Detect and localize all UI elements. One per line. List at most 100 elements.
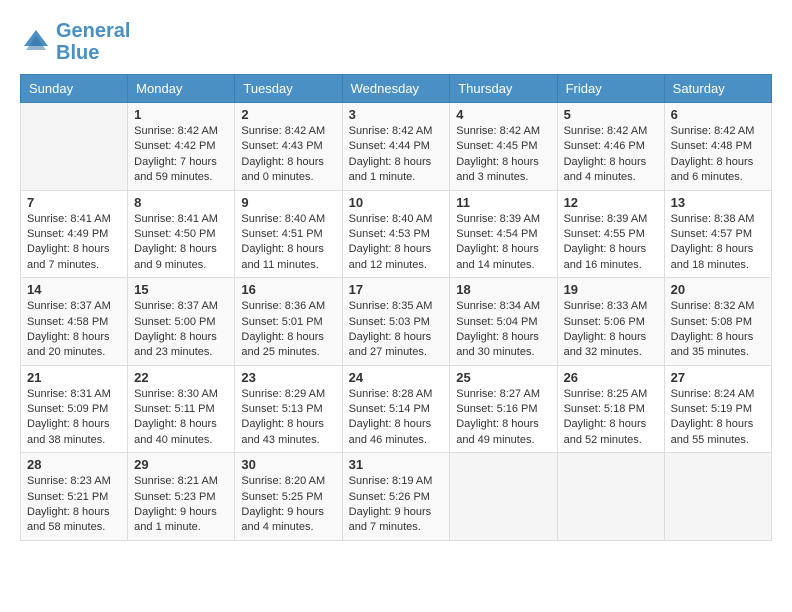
day-info: Sunrise: 8:41 AM Sunset: 4:49 PM Dayligh… (27, 212, 121, 274)
day-info: Sunrise: 8:41 AM Sunset: 4:50 PM Dayligh… (134, 212, 228, 274)
day-number: 28 (27, 457, 121, 472)
day-number: 19 (564, 282, 658, 297)
day-number: 22 (134, 370, 228, 385)
day-number: 9 (241, 195, 335, 210)
day-number: 30 (241, 457, 335, 472)
day-number: 27 (671, 370, 765, 385)
day-info: Sunrise: 8:39 AM Sunset: 4:54 PM Dayligh… (456, 212, 550, 274)
day-cell: 5 Sunrise: 8:42 AM Sunset: 4:46 PM Daylig… (557, 103, 664, 191)
day-info: Sunrise: 8:19 AM Sunset: 5:26 PM Dayligh… (349, 474, 444, 536)
day-info: Sunrise: 8:35 AM Sunset: 5:03 PM Dayligh… (349, 299, 444, 361)
day-number: 25 (456, 370, 550, 385)
logo-text: General Blue (56, 20, 130, 64)
day-number: 29 (134, 457, 228, 472)
day-number: 4 (456, 107, 550, 122)
day-info: Sunrise: 8:33 AM Sunset: 5:06 PM Dayligh… (564, 299, 658, 361)
day-info: Sunrise: 8:30 AM Sunset: 5:11 PM Dayligh… (134, 387, 228, 449)
day-info: Sunrise: 8:40 AM Sunset: 4:53 PM Dayligh… (349, 212, 444, 274)
day-number: 24 (349, 370, 444, 385)
week-row-2: 7 Sunrise: 8:41 AM Sunset: 4:49 PM Daylig… (21, 190, 772, 278)
day-info: Sunrise: 8:42 AM Sunset: 4:44 PM Dayligh… (349, 124, 444, 186)
day-cell: 3 Sunrise: 8:42 AM Sunset: 4:44 PM Daylig… (342, 103, 450, 191)
col-header-thursday: Thursday (450, 75, 557, 103)
day-cell: 9 Sunrise: 8:40 AM Sunset: 4:51 PM Daylig… (235, 190, 342, 278)
col-header-wednesday: Wednesday (342, 75, 450, 103)
day-info: Sunrise: 8:39 AM Sunset: 4:55 PM Dayligh… (564, 212, 658, 274)
day-cell: 6 Sunrise: 8:42 AM Sunset: 4:48 PM Daylig… (664, 103, 771, 191)
day-cell: 10 Sunrise: 8:40 AM Sunset: 4:53 PM Dayli… (342, 190, 450, 278)
day-cell: 7 Sunrise: 8:41 AM Sunset: 4:49 PM Daylig… (21, 190, 128, 278)
day-cell: 24Sunrise: 8:28 AM Sunset: 5:14 PM Dayli… (342, 365, 450, 453)
day-number: 20 (671, 282, 765, 297)
day-number: 2 (241, 107, 335, 122)
col-header-sunday: Sunday (21, 75, 128, 103)
day-info: Sunrise: 8:24 AM Sunset: 5:19 PM Dayligh… (671, 387, 765, 449)
day-cell: 27 Sunrise: 8:24 AM Sunset: 5:19 PM Dayli… (664, 365, 771, 453)
day-cell: 25 Sunrise: 8:27 AM Sunset: 5:16 PM Dayli… (450, 365, 557, 453)
day-info: Sunrise: 8:42 AM Sunset: 4:46 PM Dayligh… (564, 124, 658, 186)
day-cell: 28Sunrise: 8:23 AM Sunset: 5:21 PM Dayli… (21, 453, 128, 541)
day-number: 23 (241, 370, 335, 385)
day-info: Sunrise: 8:21 AM Sunset: 5:23 PM Dayligh… (134, 474, 228, 536)
day-cell (557, 453, 664, 541)
week-row-4: 21Sunrise: 8:31 AM Sunset: 5:09 PM Dayli… (21, 365, 772, 453)
day-number: 10 (349, 195, 444, 210)
day-info: Sunrise: 8:38 AM Sunset: 4:57 PM Dayligh… (671, 212, 765, 274)
logo-icon (20, 26, 52, 58)
day-number: 1 (134, 107, 228, 122)
day-cell: 12Sunrise: 8:39 AM Sunset: 4:55 PM Dayli… (557, 190, 664, 278)
col-header-friday: Friday (557, 75, 664, 103)
day-number: 11 (456, 195, 550, 210)
day-number: 17 (349, 282, 444, 297)
day-cell (664, 453, 771, 541)
day-number: 8 (134, 195, 228, 210)
day-info: Sunrise: 8:29 AM Sunset: 5:13 PM Dayligh… (241, 387, 335, 449)
day-info: Sunrise: 8:32 AM Sunset: 5:08 PM Dayligh… (671, 299, 765, 361)
logo: General Blue (20, 20, 130, 64)
day-cell: 20 Sunrise: 8:32 AM Sunset: 5:08 PM Dayli… (664, 278, 771, 366)
col-header-tuesday: Tuesday (235, 75, 342, 103)
day-info: Sunrise: 8:42 AM Sunset: 4:43 PM Dayligh… (241, 124, 335, 186)
day-number: 31 (349, 457, 444, 472)
calendar-header-row: SundayMondayTuesdayWednesdayThursdayFrid… (21, 75, 772, 103)
day-number: 13 (671, 195, 765, 210)
day-number: 18 (456, 282, 550, 297)
day-cell: 18 Sunrise: 8:34 AM Sunset: 5:04 PM Dayli… (450, 278, 557, 366)
day-cell: 30Sunrise: 8:20 AM Sunset: 5:25 PM Dayli… (235, 453, 342, 541)
week-row-1: 1 Sunrise: 8:42 AM Sunset: 4:42 PM Daylig… (21, 103, 772, 191)
day-info: Sunrise: 8:42 AM Sunset: 4:42 PM Dayligh… (134, 124, 228, 186)
day-cell: 13 Sunrise: 8:38 AM Sunset: 4:57 PM Dayli… (664, 190, 771, 278)
day-cell: 19 Sunrise: 8:33 AM Sunset: 5:06 PM Dayli… (557, 278, 664, 366)
day-cell: 2 Sunrise: 8:42 AM Sunset: 4:43 PM Daylig… (235, 103, 342, 191)
day-cell: 21Sunrise: 8:31 AM Sunset: 5:09 PM Dayli… (21, 365, 128, 453)
day-number: 7 (27, 195, 121, 210)
day-info: Sunrise: 8:37 AM Sunset: 4:58 PM Dayligh… (27, 299, 121, 361)
day-info: Sunrise: 8:34 AM Sunset: 5:04 PM Dayligh… (456, 299, 550, 361)
day-cell: 29 Sunrise: 8:21 AM Sunset: 5:23 PM Dayli… (128, 453, 235, 541)
col-header-saturday: Saturday (664, 75, 771, 103)
day-cell (450, 453, 557, 541)
day-number: 3 (349, 107, 444, 122)
day-number: 6 (671, 107, 765, 122)
day-cell: 14Sunrise: 8:37 AM Sunset: 4:58 PM Dayli… (21, 278, 128, 366)
week-row-5: 28Sunrise: 8:23 AM Sunset: 5:21 PM Dayli… (21, 453, 772, 541)
day-cell: 8 Sunrise: 8:41 AM Sunset: 4:50 PM Daylig… (128, 190, 235, 278)
day-cell: 22 Sunrise: 8:30 AM Sunset: 5:11 PM Dayli… (128, 365, 235, 453)
day-cell (21, 103, 128, 191)
day-info: Sunrise: 8:25 AM Sunset: 5:18 PM Dayligh… (564, 387, 658, 449)
day-cell: 16Sunrise: 8:36 AM Sunset: 5:01 PM Dayli… (235, 278, 342, 366)
day-info: Sunrise: 8:40 AM Sunset: 4:51 PM Dayligh… (241, 212, 335, 274)
day-cell: 4 Sunrise: 8:42 AM Sunset: 4:45 PM Daylig… (450, 103, 557, 191)
day-info: Sunrise: 8:36 AM Sunset: 5:01 PM Dayligh… (241, 299, 335, 361)
col-header-monday: Monday (128, 75, 235, 103)
day-info: Sunrise: 8:42 AM Sunset: 4:48 PM Dayligh… (671, 124, 765, 186)
day-number: 15 (134, 282, 228, 297)
day-cell: 15Sunrise: 8:37 AM Sunset: 5:00 PM Dayli… (128, 278, 235, 366)
day-number: 5 (564, 107, 658, 122)
day-info: Sunrise: 8:42 AM Sunset: 4:45 PM Dayligh… (456, 124, 550, 186)
day-cell: 17 Sunrise: 8:35 AM Sunset: 5:03 PM Dayli… (342, 278, 450, 366)
day-number: 26 (564, 370, 658, 385)
day-cell: 31 Sunrise: 8:19 AM Sunset: 5:26 PM Dayli… (342, 453, 450, 541)
day-info: Sunrise: 8:27 AM Sunset: 5:16 PM Dayligh… (456, 387, 550, 449)
day-cell: 23 Sunrise: 8:29 AM Sunset: 5:13 PM Dayli… (235, 365, 342, 453)
